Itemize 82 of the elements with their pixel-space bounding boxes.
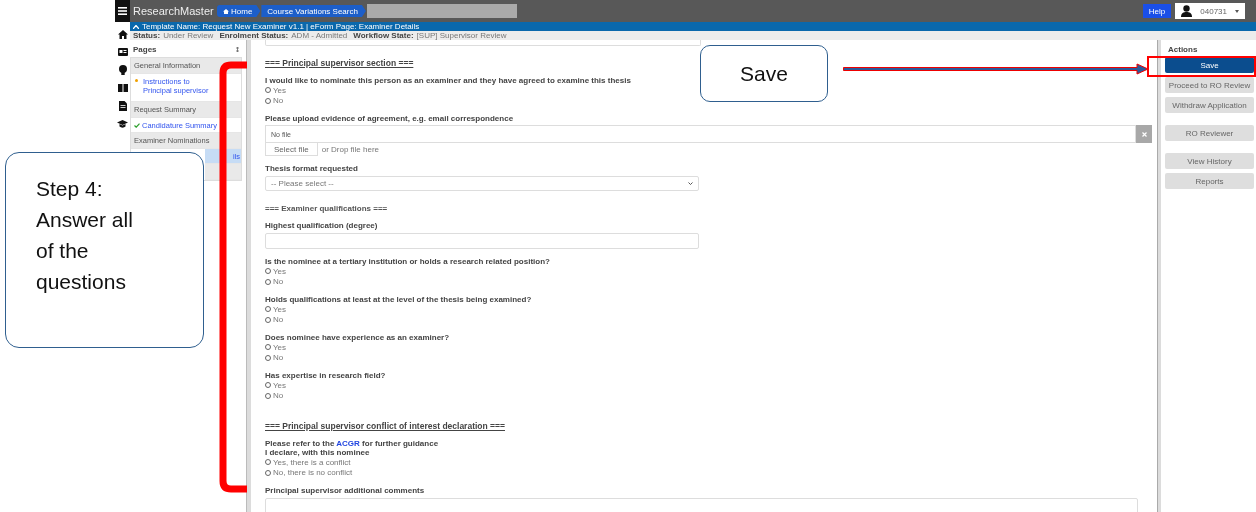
text-field[interactable] [265,40,701,46]
status-value: [SUP] Supervisor Review [416,31,507,40]
action-button[interactable]: Reports [1165,173,1254,189]
radio-option[interactable]: No [265,390,284,401]
home-icon[interactable] [117,30,128,39]
caret-icon [1235,9,1239,13]
section-heading: === Principal supervisor section === [265,58,414,68]
status-label: Status: [133,31,161,40]
question-label: Holds qualifications at least at the level of the thesis being examined? [265,295,532,304]
radio-option[interactable]: Yes [265,380,287,391]
radio-option[interactable]: Yes, there is a conflict [265,457,351,468]
select-file-button[interactable]: Select file [265,143,318,156]
card-icon[interactable] [117,48,128,56]
template-name: Template Name: Request New Examiner v1.1 | eForm Page: Examiner Details [142,22,420,31]
user-menu[interactable]: 040731 [1175,3,1245,19]
lightbulb-icon[interactable] [118,65,127,75]
radio-button[interactable] [265,278,271,285]
question-label: Is the nominee at a tertiary institution or holds a research related position? [265,257,550,266]
radio-option[interactable]: No [265,276,284,287]
radio-option[interactable]: No [265,314,284,325]
status-label: Enrolment Status: [219,31,289,40]
radio-button[interactable] [265,316,271,323]
radio-option[interactable]: Yes [265,342,287,353]
close-icon [1141,131,1147,137]
status-value: Under Review [163,31,214,40]
radio-button[interactable] [265,354,271,361]
section-heading: === Principal supervisor conflict of interest declaration === [265,421,505,431]
text-field[interactable] [265,498,1138,512]
status-label: Workflow State: [353,31,414,40]
question-label: Does nominee have experience as an examiner? [265,333,450,342]
radio-option[interactable]: No [265,352,284,363]
action-button[interactable]: RO Reviewer [1165,125,1254,141]
question-label: Has expertise in research field? [265,371,386,380]
radio-button[interactable] [265,392,271,399]
help-button[interactable]: Help [1142,4,1172,18]
pages-title: Pages [133,44,157,54]
question-label: I declare, with this nominee [265,448,370,457]
radio-option[interactable]: Yes [265,266,287,277]
breadcrumb-link[interactable]: Course Variations Search [261,5,366,17]
callout-text: Step 4: Answer all of the questions [36,176,134,295]
check-icon [134,122,140,128]
question-label: Thesis format requested [265,164,358,173]
question-label: I would like to nominate this person as an examiner and they have agreed to examine this thesis [265,76,631,85]
radio-button[interactable] [265,469,271,476]
graduation-cap-icon[interactable] [117,120,128,128]
actions-title: Actions [1168,44,1198,54]
menu-icon[interactable] [118,7,127,15]
radio-button[interactable] [265,459,271,466]
subsection-heading: === Examiner qualifications === [265,204,388,213]
acgr-link[interactable]: ACGR [336,439,360,448]
home-icon [223,8,229,14]
action-button[interactable]: Withdraw Application [1165,97,1254,113]
question-label: Principal supervisor additional comments [265,486,425,495]
radio-button[interactable] [265,344,271,351]
question-label: Please upload evidence of agreement, e.g. email correspondence [265,114,514,123]
radio-button[interactable] [265,97,271,104]
radio-button[interactable] [265,382,271,389]
chevron-up-icon[interactable] [133,24,139,29]
pin-icon[interactable] [236,46,239,52]
select-field[interactable]: -- Please select -- [265,176,699,191]
action-button[interactable]: View History [1165,153,1254,169]
app-title: ResearchMaster [133,5,215,17]
radio-option[interactable]: Yes [265,85,287,96]
book-icon[interactable] [117,84,128,92]
radio-button[interactable] [265,306,271,313]
chevron-down-icon [688,182,693,185]
question-label: Highest qualification (degree) [265,221,378,230]
bullet-icon [135,79,138,82]
status-value: ADM - Admitted [291,31,348,40]
radio-option[interactable]: Yes [265,304,287,315]
text-field[interactable] [265,233,699,249]
breadcrumb-link[interactable]: Home [217,5,261,17]
radio-option[interactable]: No, there is no conflict [265,467,353,478]
guidance-text: Please refer to the ACGR for further guidance [265,439,439,448]
user-icon [1181,5,1193,17]
drop-hint: or Drop file here [321,145,380,154]
document-icon[interactable] [118,101,127,111]
radio-button[interactable] [265,268,271,275]
action-button[interactable]: Proceed to RO Review [1165,77,1254,93]
callout-text: Save [740,61,788,86]
radio-button[interactable] [265,87,271,94]
radio-option[interactable]: No [265,95,284,106]
